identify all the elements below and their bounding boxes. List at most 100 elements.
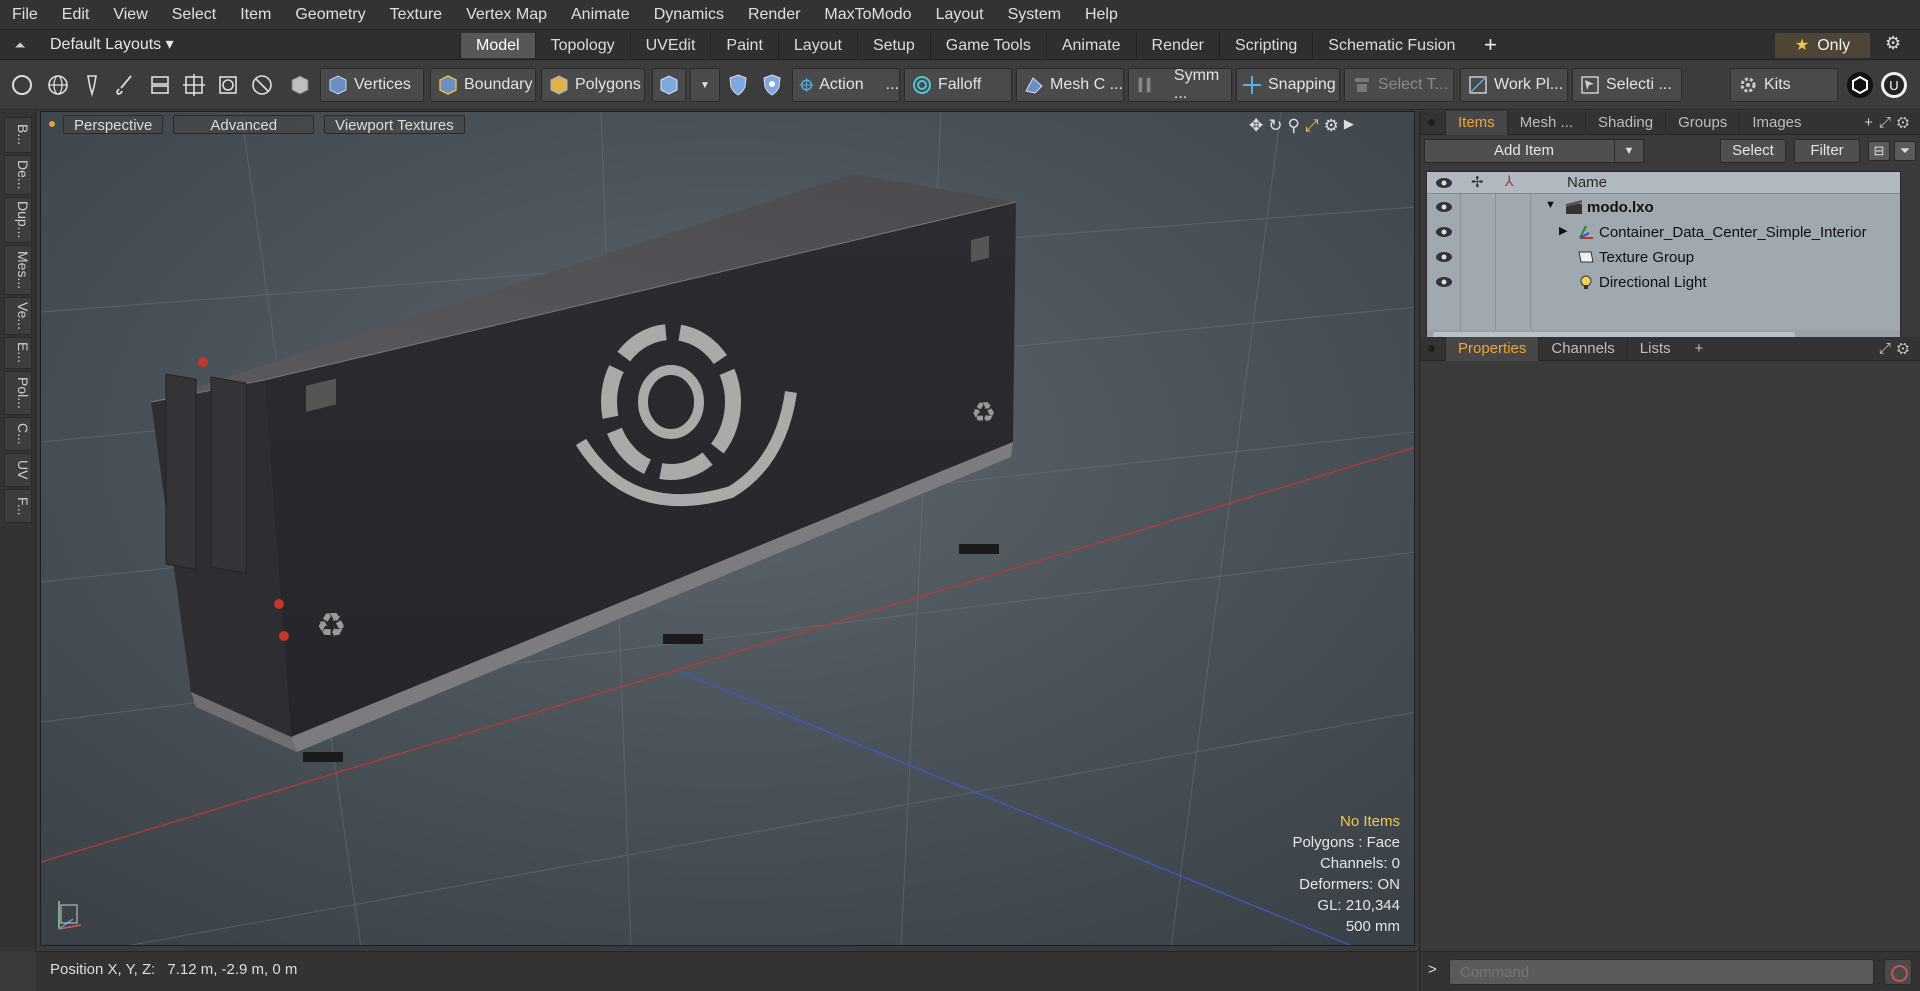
shield-star-icon[interactable] xyxy=(760,73,784,97)
menu-file[interactable]: File xyxy=(0,0,50,30)
brush-icon[interactable] xyxy=(113,73,137,97)
menu-texture[interactable]: Texture xyxy=(378,0,454,30)
kits-button[interactable]: Kits xyxy=(1730,68,1838,102)
perspective-button[interactable]: Perspective xyxy=(63,114,164,134)
pan-icon[interactable]: ✥ xyxy=(1249,116,1263,136)
menu-animate[interactable]: Animate xyxy=(559,0,642,30)
lock-header-icon[interactable]: ✢ xyxy=(1471,173,1484,191)
name-column-header[interactable]: Name xyxy=(1567,174,1607,191)
tab-layout[interactable]: Layout xyxy=(777,33,857,58)
action-button[interactable]: Action ... xyxy=(792,68,900,102)
panel-menu-dot[interactable] xyxy=(1428,119,1435,126)
tab-schematic-fusion[interactable]: Schematic Fusion xyxy=(1312,33,1470,58)
menu-view[interactable]: View xyxy=(101,0,159,30)
visibility-eye-icon[interactable] xyxy=(1435,250,1453,264)
zoom-icon[interactable]: ⚲ xyxy=(1288,116,1300,136)
viewport-menu-dot[interactable] xyxy=(49,121,55,127)
tab-shading[interactable]: Shading xyxy=(1585,110,1665,135)
shield-icon[interactable] xyxy=(726,73,750,97)
select-through-button[interactable]: Select T... xyxy=(1344,68,1454,102)
side-tab-fusion[interactable]: F... xyxy=(4,489,32,523)
menu-item[interactable]: Item xyxy=(228,0,283,30)
side-tab-deform[interactable]: De... xyxy=(4,155,32,195)
expand-arrow-icon[interactable]: ▶ xyxy=(1559,224,1567,237)
tab-render[interactable]: Render xyxy=(1135,33,1219,58)
item-row-directional-light[interactable]: Directional Light xyxy=(1427,270,1900,295)
select-button[interactable]: Select xyxy=(1720,139,1786,163)
default-layouts-dropdown[interactable]: Default Layouts ▾ xyxy=(50,30,174,60)
add-item-button[interactable]: Add Item xyxy=(1424,139,1624,163)
side-tab-mesh[interactable]: Mes... xyxy=(4,245,32,295)
falloff-button[interactable]: Falloff xyxy=(904,68,1012,102)
menu-help[interactable]: Help xyxy=(1073,0,1130,30)
tab-animate[interactable]: Animate xyxy=(1045,33,1136,58)
maximize-icon[interactable]: ⤢ xyxy=(1305,116,1319,136)
pen-icon[interactable] xyxy=(80,73,104,97)
filter-button[interactable]: Filter xyxy=(1794,139,1860,163)
tab-properties[interactable]: Properties xyxy=(1445,336,1539,361)
command-input[interactable] xyxy=(1449,959,1874,985)
tab-lists[interactable]: Lists xyxy=(1626,336,1683,361)
symmetry-button[interactable]: Symm ... xyxy=(1128,67,1232,102)
work-plane-button[interactable]: Work Pl... xyxy=(1460,68,1568,102)
add-item-dropdown-icon[interactable]: ▼ xyxy=(1614,139,1644,163)
circle-select-icon[interactable] xyxy=(10,73,34,97)
side-tab-duplicate[interactable]: Dup... xyxy=(4,197,32,243)
menu-render[interactable]: Render xyxy=(736,0,812,30)
selection-sets-button[interactable]: Selecti ... xyxy=(1572,68,1682,102)
only-toggle[interactable]: ★ Only xyxy=(1775,33,1870,58)
collapse-icon[interactable]: ⊟ xyxy=(1868,141,1890,161)
tab-groups[interactable]: Groups xyxy=(1665,110,1739,135)
side-tab-vertex[interactable]: Ve... xyxy=(4,297,32,335)
menu-geometry[interactable]: Geometry xyxy=(283,0,377,30)
record-macro-icon[interactable] xyxy=(1884,959,1912,985)
funnel-icon[interactable]: ⏷ xyxy=(1894,141,1916,161)
orbit-icon[interactable]: ↻ xyxy=(1268,116,1282,136)
side-tab-basic[interactable]: B... xyxy=(4,117,32,153)
layout-gear-icon[interactable]: ⚙ xyxy=(1885,33,1901,54)
tab-channels[interactable]: Channels xyxy=(1538,336,1626,361)
item-row-container[interactable]: ▶ Container_Data_Center_Simple_Interior xyxy=(1427,220,1900,245)
polygons-button[interactable]: Polygons xyxy=(541,68,645,102)
3d-viewport[interactable]: ♻ ♻ Perspective Advanced Viewport Textur… xyxy=(40,111,1415,946)
visibility-eye-icon[interactable] xyxy=(1435,275,1453,289)
collapse-up-icon[interactable]: ⏶ xyxy=(8,34,32,56)
tab-scripting[interactable]: Scripting xyxy=(1219,33,1312,58)
menu-select[interactable]: Select xyxy=(160,0,228,30)
mode-dropdown[interactable]: ▼ xyxy=(690,68,720,102)
menu-system[interactable]: System xyxy=(996,0,1073,30)
menu-maxtomodo[interactable]: MaxToModo xyxy=(812,0,923,30)
visibility-eye-icon[interactable] xyxy=(1435,225,1453,239)
viewport-textures-button[interactable]: Viewport Textures xyxy=(324,114,465,134)
item-row-modo-lxo[interactable]: ▼ modo.lxo xyxy=(1427,195,1900,220)
boundary-button[interactable]: Boundary xyxy=(430,68,536,102)
menu-vertex-map[interactable]: Vertex Map xyxy=(454,0,559,30)
panel-controls-icon[interactable]: ⤢⚙ xyxy=(1879,340,1915,357)
tab-uvedit[interactable]: UVEdit xyxy=(629,33,711,58)
item-mode-icon[interactable] xyxy=(288,73,312,97)
add-panel-tab-button[interactable]: + xyxy=(1683,337,1716,361)
globe-icon[interactable] xyxy=(46,73,70,97)
unity-icon[interactable] xyxy=(1846,71,1874,99)
viewport-gear-icon[interactable]: ⚙ xyxy=(1324,116,1339,136)
tab-paint[interactable]: Paint xyxy=(710,33,777,58)
item-row-texture-group[interactable]: Texture Group xyxy=(1427,245,1900,270)
menu-layout[interactable]: Layout xyxy=(924,0,996,30)
side-tab-edge[interactable]: E... xyxy=(4,337,32,369)
grid-move-icon[interactable] xyxy=(182,73,206,97)
advanced-button[interactable]: Advanced xyxy=(173,114,315,134)
panel-menu-dot[interactable] xyxy=(1428,345,1435,352)
panel-controls-icon[interactable]: +⤢⚙ xyxy=(1864,114,1915,131)
type-header-icon[interactable]: ⅄ xyxy=(1505,173,1514,190)
add-tab-button[interactable]: + xyxy=(1484,30,1497,60)
command-history-icon[interactable]: > xyxy=(1428,961,1437,978)
side-tab-uv[interactable]: UV xyxy=(4,453,32,487)
play-icon[interactable]: ▶ xyxy=(1344,116,1354,136)
tab-topology[interactable]: Topology xyxy=(534,33,630,58)
menu-edit[interactable]: Edit xyxy=(50,0,102,30)
unreal-icon[interactable]: U xyxy=(1880,71,1908,99)
viewport-scene[interactable]: ♻ ♻ xyxy=(41,112,1415,946)
visibility-eye-icon[interactable] xyxy=(1435,200,1453,214)
mesh-constraint-button[interactable]: Mesh C ... xyxy=(1016,68,1124,102)
expand-arrow-icon[interactable]: ▼ xyxy=(1545,199,1556,211)
